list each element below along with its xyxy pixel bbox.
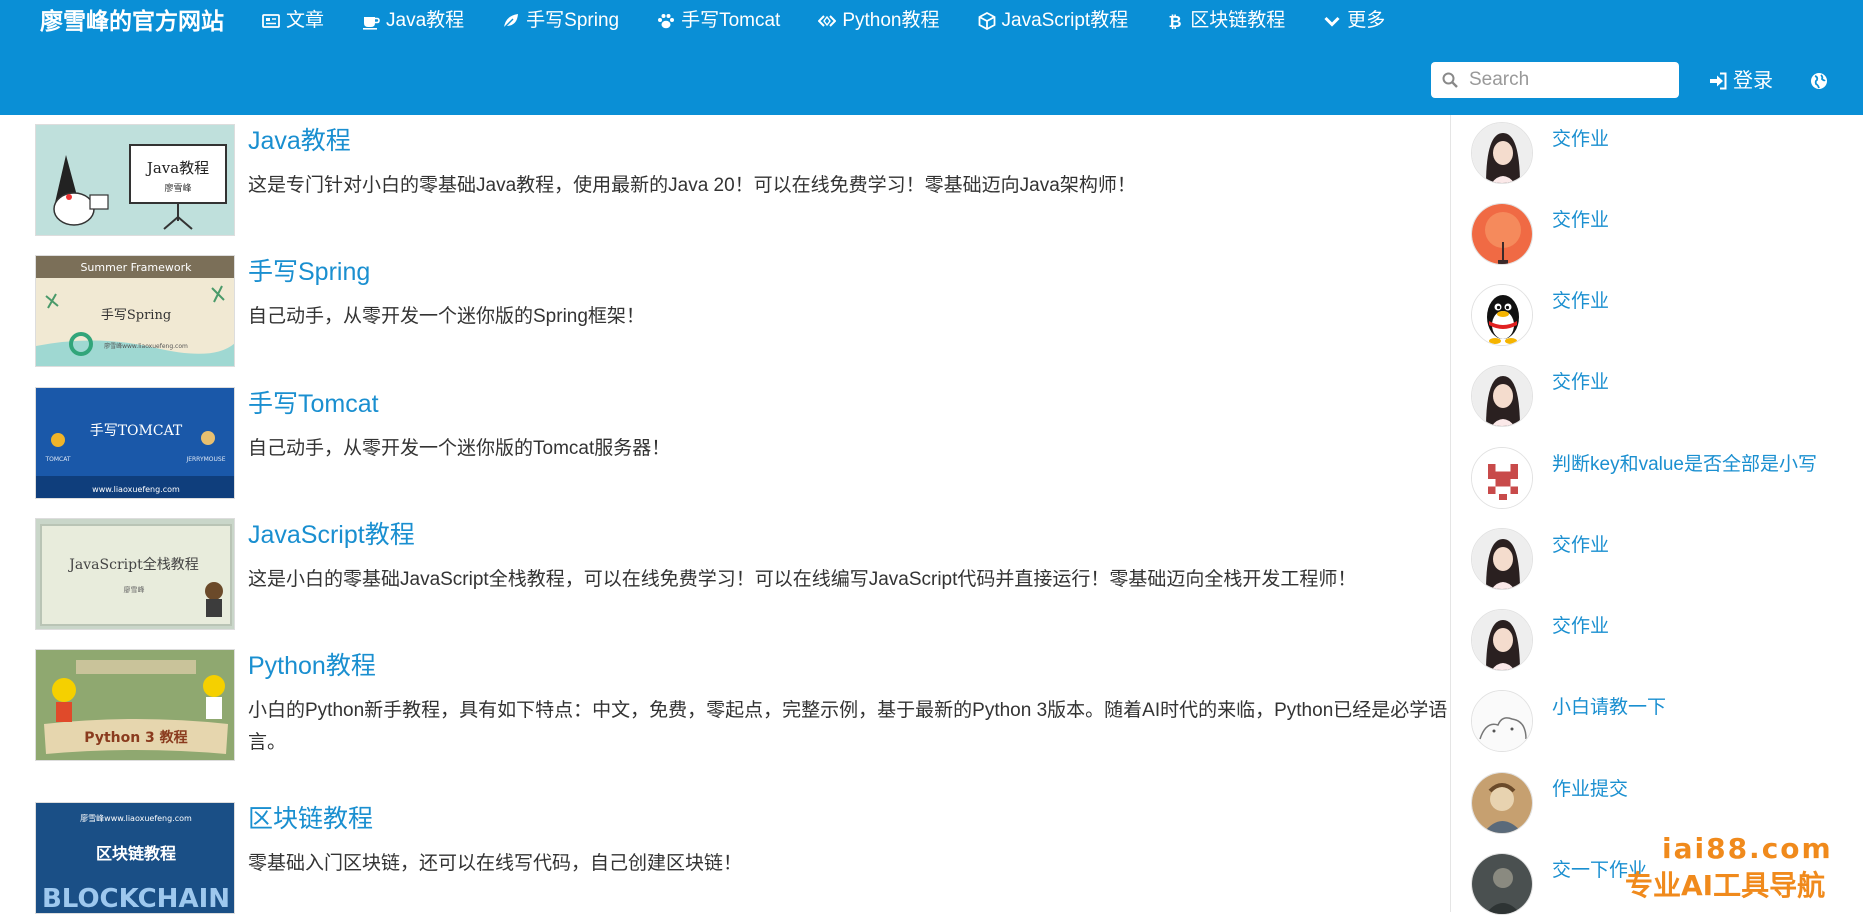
nav-label: 手写Spring — [526, 10, 620, 31]
article-icon — [262, 12, 280, 30]
thumb-text: 廖雪峰www.liaoxuefeng.com — [80, 813, 192, 823]
nav-item-tomcat[interactable]: 手写Tomcat — [657, 8, 780, 34]
nav-item-java[interactable]: Java教程 — [362, 8, 464, 34]
thumb-text: Python 3 教程 — [84, 729, 187, 746]
course-description: 这是专门针对小白的零基础Java教程，使用最新的Java 20！可以在线免费学习… — [248, 175, 1136, 196]
nav-item-articles[interactable]: 文章 — [262, 8, 324, 34]
thumb-text: www.liaoxuefeng.com — [92, 485, 180, 494]
course-description: 这是小白的零基础JavaScript全栈教程，可以在线免费学习！可以在线编写Ja… — [248, 569, 1357, 590]
painting-avatar[interactable] — [1471, 772, 1533, 834]
sign-in-icon — [1709, 72, 1727, 90]
course-title[interactable]: 手写Spring — [248, 255, 370, 289]
course-title[interactable]: 手写Tomcat — [248, 387, 379, 421]
watermark-domain: iai88.com — [1662, 832, 1833, 865]
girl-avatar[interactable] — [1471, 528, 1533, 590]
nav-item-python[interactable]: Python教程 — [818, 8, 940, 34]
nav-label: Python教程 — [842, 10, 940, 31]
nav-label: Java教程 — [386, 10, 465, 31]
course-title[interactable]: Java教程 — [248, 124, 351, 158]
bitcoin-icon: ₿ — [1166, 12, 1184, 30]
nav-label: JavaScript教程 — [1001, 10, 1129, 31]
post-title[interactable]: 交作业 — [1552, 614, 1609, 640]
course-thumbnail[interactable]: JavaScript全栈教程 廖雪峰 — [35, 518, 235, 630]
nav-item-blockchain[interactable]: ₿ 区块链教程 — [1166, 8, 1286, 34]
thumb-text: Java教程 — [145, 159, 209, 177]
course-list: Java教程 廖雪峰 Java教程 这是专门针对小白的零基础Java教程，使用最… — [0, 115, 1450, 914]
post-title[interactable]: 作业提交 — [1552, 777, 1628, 803]
nav-item-more[interactable]: 更多 — [1323, 8, 1385, 34]
girl-avatar[interactable] — [1471, 122, 1533, 184]
course-thumbnail[interactable]: Java教程 廖雪峰 — [35, 124, 235, 236]
cube-icon — [978, 12, 996, 30]
post-title[interactable]: 判断key和value是否全部是小写 — [1552, 452, 1817, 478]
nav-item-javascript[interactable]: JavaScript教程 — [978, 8, 1129, 34]
course-description: 自己动手，从零开发一个迷你版的Spring框架！ — [248, 306, 645, 327]
main-nav: 文章 Java教程 手写Spring 手写Tomcat Python教程 Jav… — [262, 8, 1423, 34]
post-title[interactable]: 交作业 — [1552, 127, 1609, 153]
thumb-text: 手写TOMCAT — [90, 423, 183, 439]
course-thumbnail[interactable]: 廖雪峰www.liaoxuefeng.com 区块链教程 BLOCKCHAIN — [35, 802, 235, 914]
thumb-text: TOMCAT — [44, 456, 70, 463]
course-title[interactable]: JavaScript教程 — [248, 518, 415, 552]
code-icon — [818, 12, 837, 30]
top-navbar: 廖雪峰的官方网站 文章 Java教程 手写Spring 手写Tomcat Pyt… — [0, 0, 1863, 115]
course-thumbnail[interactable]: Python 3 教程 — [35, 649, 235, 761]
search-icon — [1441, 71, 1459, 89]
post-title[interactable]: 交作业 — [1552, 289, 1609, 315]
search-input[interactable] — [1467, 68, 1661, 92]
sketch-avatar[interactable] — [1471, 690, 1533, 752]
leaf-icon — [502, 12, 520, 30]
thumb-text: Summer Framework — [80, 261, 192, 274]
post-title[interactable]: 交作业 — [1552, 533, 1609, 559]
svg-text:₿: ₿ — [1169, 12, 1182, 30]
coffee-icon — [362, 12, 380, 30]
thumb-text: JavaScript全栈教程 — [67, 556, 198, 573]
photo-avatar[interactable] — [1471, 853, 1533, 915]
girl-avatar[interactable] — [1471, 365, 1533, 427]
thumb-text: 廖雪峰 — [124, 585, 145, 594]
recent-posts-sidebar: 交作业 交作业 交作业 交作业 判断key和value是否全部是小写 交作业 交… — [1451, 115, 1863, 915]
course-thumbnail[interactable]: Summer Framework 手写Spring 廖雪峰www.liaoxue… — [35, 255, 235, 367]
girl-avatar[interactable] — [1471, 609, 1533, 671]
thumb-text: BLOCKCHAIN — [42, 884, 230, 914]
site-brand[interactable]: 廖雪峰的官方网站 — [40, 8, 224, 34]
course-thumbnail[interactable]: 手写TOMCAT TOMCAT JERRYMOUSE www.liaoxuefe… — [35, 387, 235, 499]
search-box[interactable] — [1431, 62, 1679, 98]
course-description: 自己动手，从零开发一个迷你版的Tomcat服务器！ — [248, 438, 671, 459]
nav-label: 更多 — [1347, 10, 1386, 31]
watermark-slogan: 专业AI工具导航 — [1625, 869, 1826, 902]
nav-label: 文章 — [286, 10, 325, 31]
post-title[interactable]: 小白请教一下 — [1552, 695, 1666, 721]
course-title[interactable]: Python教程 — [248, 649, 376, 683]
login-link[interactable]: 登录 — [1709, 68, 1773, 94]
identicon-avatar[interactable] — [1471, 447, 1533, 509]
thumb-text: 廖雪峰 — [164, 182, 191, 194]
qq-penguin-avatar[interactable] — [1471, 284, 1533, 346]
chevron-down-icon — [1323, 12, 1341, 30]
nav-item-spring[interactable]: 手写Spring — [502, 8, 619, 34]
thumb-text: 廖雪峰www.liaoxuefeng.com — [104, 342, 188, 350]
course-description: 零基础入门区块链，还可以在线写代码，自己创建区块链！ — [248, 853, 743, 874]
course-description: 小白的Python新手教程，具有如下特点：中文，免费，零起点，完整示例，基于最新… — [248, 700, 1448, 753]
course-title[interactable]: 区块链教程 — [248, 802, 373, 836]
thumb-text: JERRYMOUSE — [185, 456, 225, 463]
post-title[interactable]: 交作业 — [1552, 370, 1609, 396]
sunset-avatar[interactable] — [1471, 203, 1533, 265]
thumb-text: 手写Spring — [101, 308, 171, 323]
globe-icon[interactable] — [1810, 72, 1828, 90]
login-label: 登录 — [1733, 70, 1773, 92]
nav-label: 区块链教程 — [1190, 10, 1286, 31]
post-title[interactable]: 交作业 — [1552, 208, 1609, 234]
paw-icon — [657, 12, 675, 30]
nav-label: 手写Tomcat — [681, 10, 781, 31]
thumb-text: 区块链教程 — [96, 844, 176, 863]
